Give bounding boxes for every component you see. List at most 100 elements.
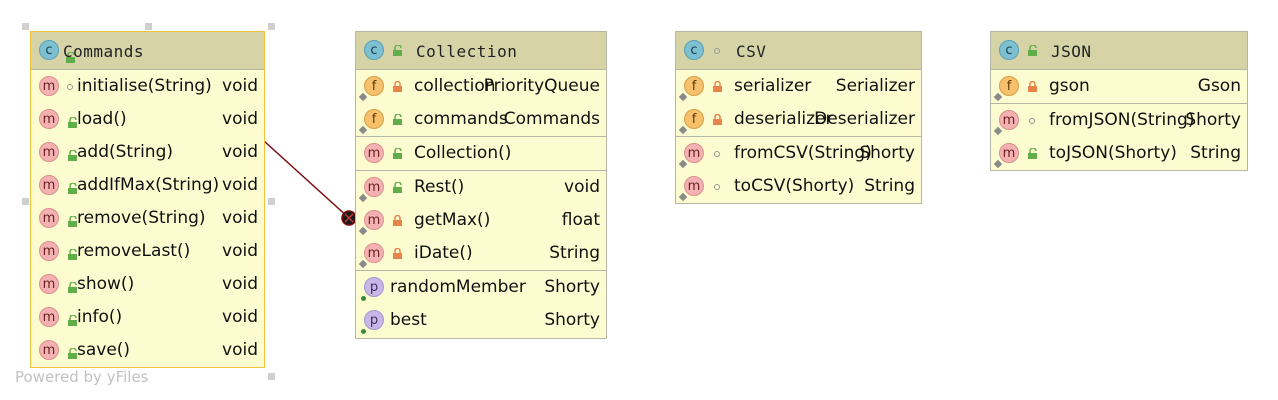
method-row[interactable]: m save() void: [31, 334, 264, 367]
override-marker-icon: [358, 92, 368, 102]
method-type: void: [222, 307, 258, 327]
method-name: Collection(): [414, 143, 512, 163]
private-lock-icon: [713, 81, 722, 92]
property-name: best: [390, 310, 427, 330]
method-icon: m: [39, 340, 59, 360]
package-visibility-icon: [714, 184, 720, 190]
override-marker-icon: [678, 192, 688, 202]
selection-handle[interactable]: [268, 373, 275, 380]
method-row[interactable]: m addIfMax(String) void: [31, 169, 264, 202]
selection-handle[interactable]: [22, 198, 29, 205]
method-type: float: [561, 210, 600, 230]
method-icon: m: [39, 208, 59, 228]
method-type: String: [1190, 143, 1241, 163]
override-marker-icon: [358, 125, 368, 135]
override-marker-icon: [993, 159, 1003, 169]
public-lock-icon: [393, 114, 402, 125]
field-row[interactable]: f collection PriorityQueue: [356, 70, 606, 103]
method-name: getMax(): [414, 210, 491, 230]
public-lock-icon: [393, 148, 402, 159]
method-row[interactable]: m toJSON(Shorty) String: [991, 137, 1247, 170]
property-type: Shorty: [544, 310, 600, 330]
override-marker-icon: [993, 126, 1003, 136]
method-icon: m: [364, 210, 384, 230]
method-icon: m: [39, 274, 59, 294]
field-row[interactable]: f commands Commands: [356, 103, 606, 136]
method-icon: m: [39, 142, 59, 162]
class-csv[interactable]: c CSV f serializer Serializer f deserializer…: [675, 31, 922, 204]
method-icon: m: [999, 110, 1019, 130]
method-name: remove(String): [77, 208, 206, 228]
private-lock-icon: [393, 248, 402, 259]
override-marker-icon: [678, 125, 688, 135]
method-icon: m: [39, 307, 59, 327]
method-name: add(String): [77, 142, 173, 162]
yfiles-watermark: Powered by yFiles: [15, 368, 149, 386]
selection-handle[interactable]: [268, 198, 275, 205]
class-header[interactable]: c Collection: [356, 32, 606, 70]
method-row[interactable]: m fromJSON(String) Shorty: [991, 104, 1247, 137]
method-type: void: [222, 208, 258, 228]
class-name: Commands: [63, 42, 145, 61]
class-header[interactable]: c CSV: [676, 32, 921, 70]
method-row[interactable]: m Collection(): [356, 137, 606, 170]
method-type: void: [222, 274, 258, 294]
method-icon: m: [999, 143, 1019, 163]
method-name: save(): [77, 340, 131, 360]
method-type: void: [222, 175, 258, 195]
method-name: Rest(): [414, 177, 465, 197]
property-type: Shorty: [544, 277, 600, 297]
field-row[interactable]: f deserializer Deserializer: [676, 103, 921, 136]
method-name: initialise(String): [77, 76, 212, 96]
method-icon: m: [684, 143, 704, 163]
field-row[interactable]: f serializer Serializer: [676, 70, 921, 103]
class-json[interactable]: c JSON f gson Gson m fromJSON(String) Shorty…: [990, 31, 1248, 171]
selection-handle[interactable]: [22, 23, 29, 30]
class-name: Collection: [416, 42, 518, 61]
class-icon: c: [999, 40, 1019, 60]
method-type: Shorty: [859, 143, 915, 163]
field-icon: f: [999, 76, 1019, 96]
field-row[interactable]: f gson Gson: [991, 70, 1247, 103]
field-icon: f: [364, 76, 384, 96]
class-name: CSV: [736, 42, 767, 61]
package-visibility-icon: [67, 84, 73, 90]
property-row[interactable]: p randomMember Shorty: [356, 271, 606, 304]
method-name: iDate(): [414, 243, 473, 263]
method-row[interactable]: m removeLast() void: [31, 235, 264, 268]
method-name: toCSV(Shorty): [734, 176, 855, 196]
method-type: void: [222, 241, 258, 261]
field-type: Serializer: [835, 76, 915, 96]
private-lock-icon: [713, 114, 722, 125]
field-type: PriorityQueue: [483, 76, 600, 96]
field-name: gson: [1049, 76, 1090, 96]
method-row[interactable]: m info() void: [31, 301, 264, 334]
method-row[interactable]: m initialise(String) void: [31, 70, 264, 103]
public-lock-icon: [1028, 148, 1037, 159]
method-name: addIfMax(String): [77, 175, 220, 195]
field-icon: f: [684, 109, 704, 129]
method-row[interactable]: m getMax() float: [356, 204, 606, 237]
method-row[interactable]: m fromCSV(String) Shorty: [676, 137, 921, 170]
method-row[interactable]: m toCSV(Shorty) String: [676, 170, 921, 203]
method-name: removeLast(): [77, 241, 191, 261]
selection-handle[interactable]: [268, 23, 275, 30]
class-header[interactable]: c Commands: [31, 32, 264, 70]
class-commands[interactable]: c Commands m initialise(String) void m load(…: [30, 31, 265, 368]
property-marker-icon: [361, 296, 366, 301]
method-row[interactable]: m add(String) void: [31, 136, 264, 169]
method-row[interactable]: m show() void: [31, 268, 264, 301]
method-type: void: [564, 177, 600, 197]
public-lock-icon: [1028, 45, 1037, 56]
selection-handle[interactable]: [145, 23, 152, 30]
class-header[interactable]: c JSON: [991, 32, 1247, 70]
method-row[interactable]: m iDate() String: [356, 237, 606, 270]
method-row[interactable]: m load() void: [31, 103, 264, 136]
property-row[interactable]: p best Shorty: [356, 304, 606, 337]
package-visibility-icon: [714, 48, 720, 54]
method-icon: m: [364, 177, 384, 197]
class-collection[interactable]: c Collection f collection PriorityQueue f co…: [355, 31, 607, 339]
field-name: serializer: [734, 76, 812, 96]
method-row[interactable]: m remove(String) void: [31, 202, 264, 235]
method-row[interactable]: m Rest() void: [356, 171, 606, 204]
